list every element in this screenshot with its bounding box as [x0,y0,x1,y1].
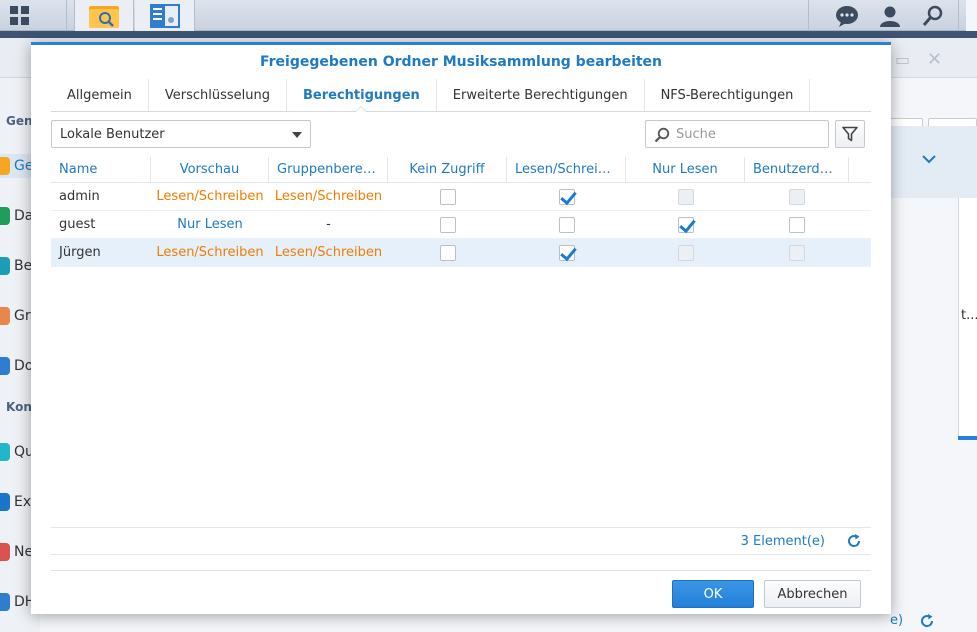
column-header-name[interactable]: Name [51,157,151,183]
group-icon [0,307,10,325]
user-button[interactable] [868,0,912,31]
tab-label: Verschlüsselung [164,87,271,103]
group-permission-cell: Lesen/Schreiben [274,245,383,260]
background-footer-text: e) [890,613,904,628]
quickconnect-icon [0,443,10,461]
desktop-button[interactable] [966,0,977,31]
preview-cell: Nur Lesen [177,217,243,232]
edit-shared-folder-dialog: Freigegebenen Ordner Musiksammlung bearb… [31,42,891,614]
item-count: 3 Element(e) [740,534,825,549]
background-info-panel [890,126,977,198]
tab-encryption[interactable]: Verschlüsselung [149,79,288,111]
table-row[interactable]: guest Nur Lesen - [51,211,871,239]
main-menu-button[interactable] [0,0,40,31]
user-icon [0,257,10,275]
cancel-button[interactable]: Abbrechen [764,580,861,608]
no-access-checkbox[interactable] [439,245,456,261]
chat-icon [836,5,858,27]
preview-cell: Lesen/Schreiben [156,245,264,260]
refresh-icon[interactable] [920,614,934,628]
read-only-checkbox[interactable] [677,217,694,233]
search-field[interactable] [645,120,829,148]
user-name-cell: Jürgen [59,245,101,260]
read-only-checkbox [677,245,694,261]
notifications-button[interactable] [825,0,869,31]
group-permission-cell: - [326,217,331,232]
close-icon[interactable]: ✕ [927,51,942,69]
taskbar-app-control-panel[interactable] [135,0,195,31]
background-right-strip: t... [958,198,977,438]
tab-general[interactable]: Allgemein [51,79,149,111]
column-header-group-permissions[interactable]: Gruppenberec... [269,157,388,183]
tab-nfs-permissions[interactable]: NFS-Berechtigungen [645,79,811,111]
refresh-icon[interactable] [847,534,861,548]
taskbar-separator [958,0,959,31]
taskbar-separator [66,0,67,31]
grid-header-row: Name Vorschau Gruppenberec... Kein Zugri… [51,157,871,183]
search-icon [922,5,943,26]
user-icon [880,6,900,27]
no-access-checkbox[interactable] [439,217,456,233]
read-write-checkbox[interactable] [558,217,575,233]
dialog-title: Freigegebenen Ordner Musiksammlung bearb… [259,54,663,70]
chevron-down-icon[interactable] [922,154,936,164]
active-tab-indicator [355,106,368,112]
user-type-select-value: Lokale Benutzer [60,126,165,142]
table-row[interactable]: admin Lesen/Schreiben Lesen/Schreiben [51,183,871,211]
read-write-checkbox[interactable] [558,189,575,205]
read-only-checkbox [677,189,694,205]
network-icon [0,543,10,561]
minimize-icon[interactable]: ▭ [895,52,910,68]
preview-cell: Lesen/Schreiben [156,189,264,204]
sidebar-section-label: Kon [6,400,32,414]
tab-label: Allgemein [67,87,132,103]
dropdown-arrow-icon [292,132,302,138]
column-header-custom[interactable]: Benutzerdefi... [745,157,849,183]
permissions-grid: Name Vorschau Gruppenberec... Kein Zugri… [51,157,871,267]
custom-checkbox [789,189,805,205]
file-services-icon [0,207,10,225]
table-row[interactable]: Jürgen Lesen/Schreiben Lesen/Schreiben [51,239,871,267]
folder-search-icon [89,5,119,28]
user-type-select[interactable]: Lokale Benutzer [51,120,311,148]
column-header-read-write[interactable]: Lesen/Schreib... [507,157,626,183]
dialog-tabs: Allgemein Verschlüsselung Berechtigungen… [51,79,871,112]
read-write-checkbox[interactable] [558,245,575,261]
column-header-no-access[interactable]: Kein Zugriff [388,157,507,183]
group-permission-cell: Lesen/Schreiben [274,189,383,204]
ok-button[interactable]: OK [672,580,754,608]
tab-permissions[interactable]: Berechtigungen [287,79,437,112]
taskbar [0,0,977,31]
sidebar-section-label: Gen [6,114,33,128]
grid-icon [10,5,29,25]
grid-footer: 3 Element(e) [51,527,871,555]
tab-label: Berechtigungen [303,87,420,103]
user-name-cell: guest [59,217,96,232]
taskbar-app-file-station[interactable] [74,0,134,31]
filter-button[interactable] [835,120,865,148]
tab-advanced-permissions[interactable]: Erweiterte Berechtigungen [437,79,645,111]
taskbar-separator [808,0,809,31]
footer-divider [51,570,871,571]
column-header-preview[interactable]: Vorschau [151,157,269,183]
column-header-read-only[interactable]: Nur Lesen [626,157,745,183]
tab-label: NFS-Berechtigungen [660,87,794,103]
filter-icon [842,126,858,142]
no-access-checkbox[interactable] [439,189,456,205]
custom-checkbox [789,245,805,261]
external-access-icon [0,493,10,511]
folder-icon [0,157,10,175]
background-accent-bar [958,436,977,440]
custom-checkbox[interactable] [789,217,805,233]
tab-label: Erweiterte Berechtigungen [452,87,628,103]
user-name-cell: admin [59,189,100,204]
search-input[interactable] [676,126,821,142]
control-panel-icon [149,3,180,28]
search-icon [654,127,670,143]
background-truncated-text: t... [961,308,977,323]
search-button[interactable] [911,0,955,31]
background-footer: e) [890,606,977,632]
dhcp-icon [0,593,10,611]
domain-icon [0,357,10,375]
